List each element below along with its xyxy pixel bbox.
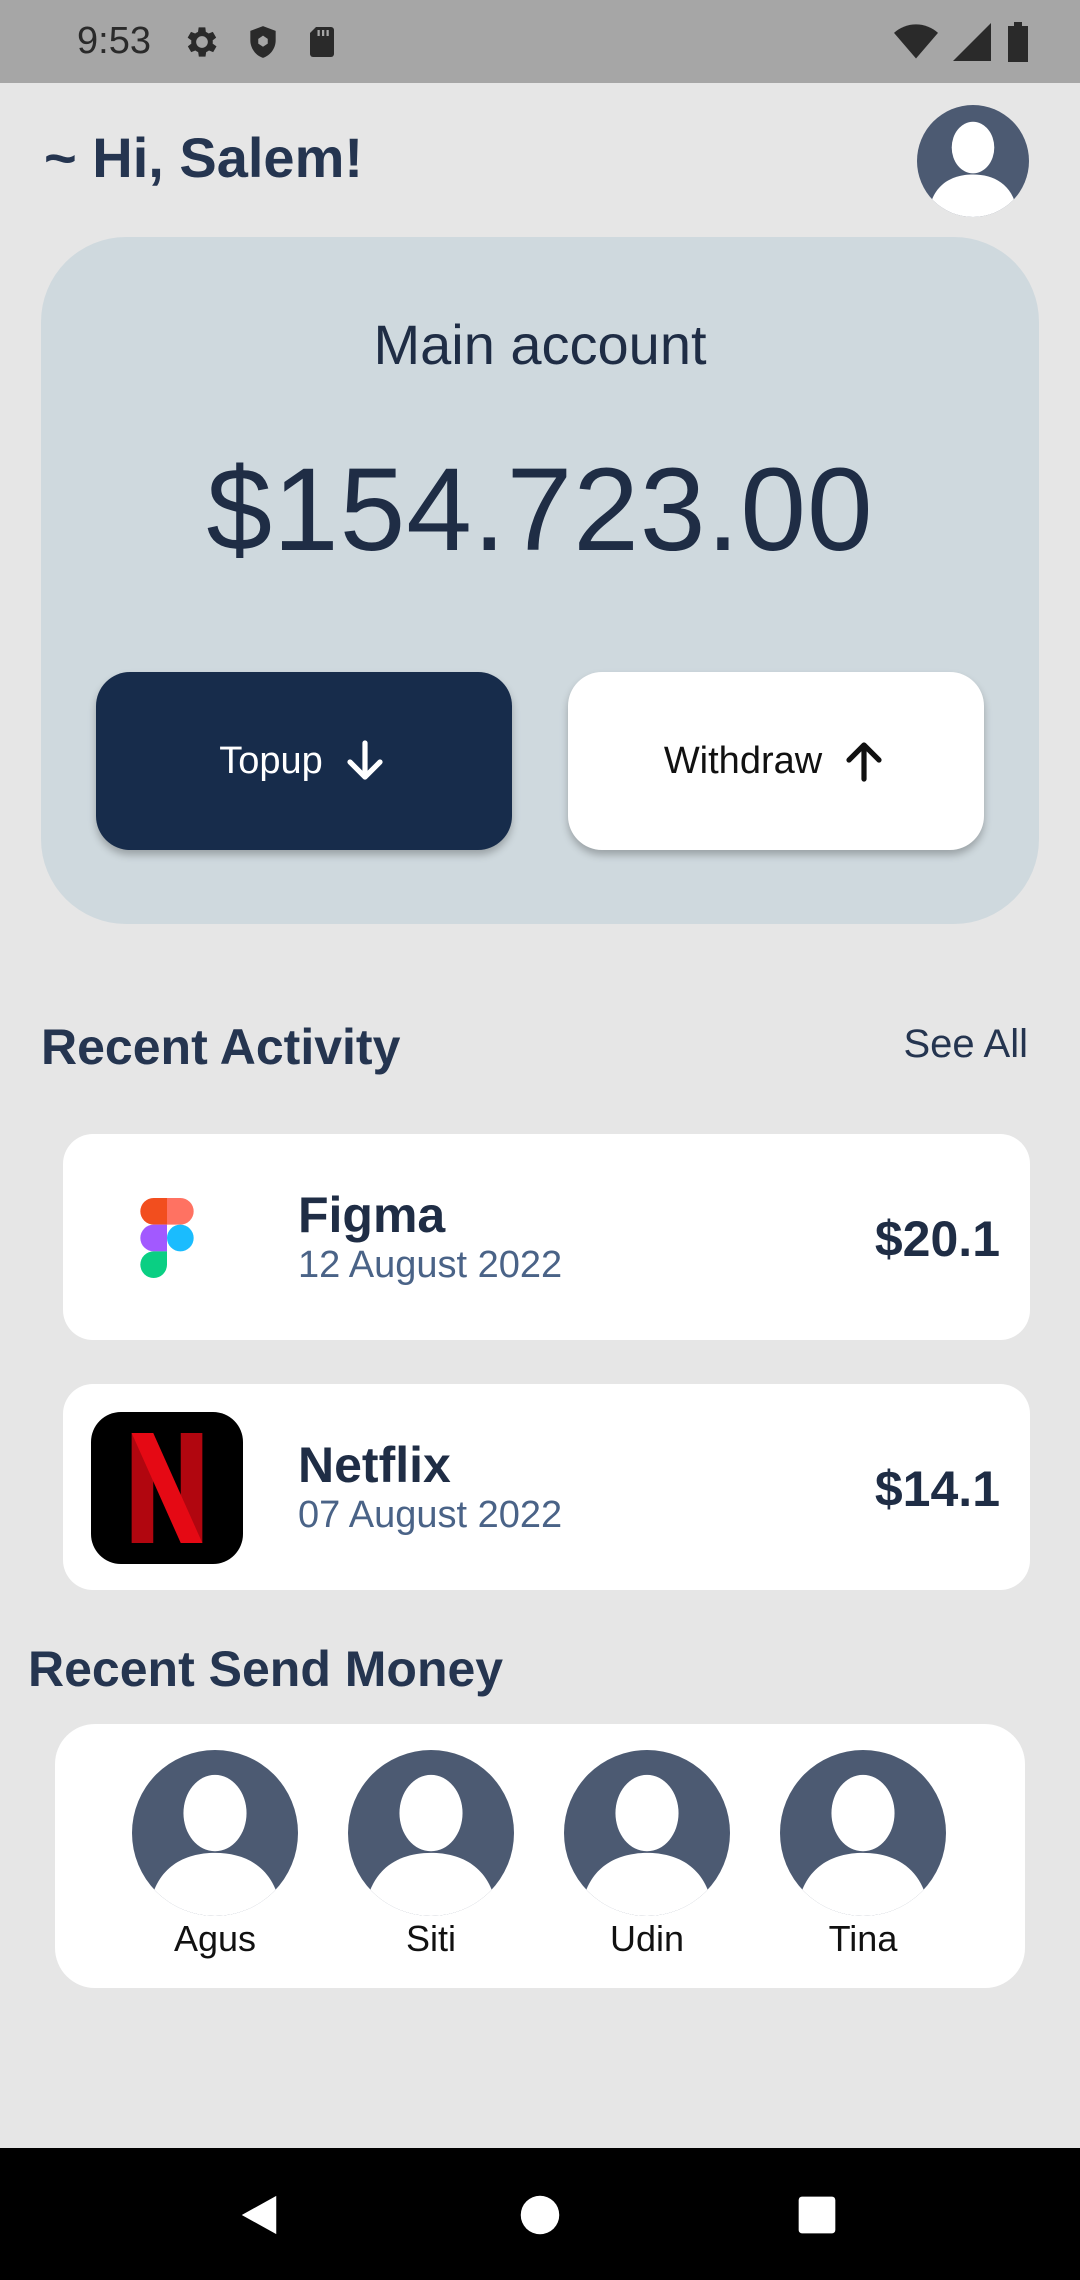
activity-name: Netflix xyxy=(298,1437,451,1493)
status-bar: 9:53 xyxy=(0,0,1080,83)
sd-card-icon xyxy=(310,27,334,57)
recents-icon[interactable] xyxy=(797,2195,837,2235)
back-icon[interactable] xyxy=(236,2192,282,2238)
recent-activity-title: Recent Activity xyxy=(41,1019,401,1075)
see-all-link[interactable]: See All xyxy=(903,1022,1028,1067)
netflix-logo-icon xyxy=(91,1412,243,1564)
contact-item[interactable]: Udin xyxy=(564,1750,730,1960)
profile-avatar[interactable] xyxy=(917,105,1029,217)
contact-item[interactable]: Tina xyxy=(780,1750,946,1960)
activity-amount: $14.1 xyxy=(874,1461,1000,1517)
status-icons-right xyxy=(894,22,1030,62)
activity-item[interactable]: Figma 12 August 2022 $20.1 xyxy=(63,1134,1030,1340)
recent-send-money-title: Recent Send Money xyxy=(28,1641,504,1697)
contact-avatar xyxy=(132,1750,298,1916)
contact-avatar xyxy=(564,1750,730,1916)
user-silhouette-icon xyxy=(796,1774,930,1916)
user-silhouette-icon xyxy=(148,1774,282,1916)
home-icon[interactable] xyxy=(519,2194,561,2236)
activity-item[interactable]: Netflix 07 August 2022 $14.1 xyxy=(63,1384,1030,1590)
system-nav-bar xyxy=(0,2148,1080,2280)
battery-icon xyxy=(1008,22,1028,62)
recent-send-card: Agus Siti Udin Tina xyxy=(55,1724,1025,1988)
contact-name: Siti xyxy=(405,1918,456,1959)
topup-label: Topup xyxy=(219,739,323,782)
status-time: 9:53 xyxy=(77,20,151,62)
contact-avatar xyxy=(780,1750,946,1916)
user-silhouette-icon xyxy=(928,121,1018,217)
account-balance: $154.723.00 xyxy=(206,444,874,576)
activity-date: 07 August 2022 xyxy=(298,1494,563,1536)
withdraw-label: Withdraw xyxy=(663,739,823,782)
contact-name: Tina xyxy=(828,1918,898,1959)
contact-item[interactable]: Agus xyxy=(132,1750,298,1960)
figma-logo-icon xyxy=(91,1162,243,1314)
user-silhouette-icon xyxy=(364,1774,498,1916)
activity-name: Figma xyxy=(298,1187,446,1243)
contact-name: Udin xyxy=(609,1918,685,1959)
status-icons-left xyxy=(182,22,340,62)
arrow-up-icon xyxy=(846,742,882,782)
signal-icon xyxy=(953,23,991,61)
activity-amount: $20.1 xyxy=(874,1211,1000,1267)
account-title: Main account xyxy=(373,313,707,376)
greeting-text: ~ Hi, Salem! xyxy=(44,126,364,189)
arrow-down-icon xyxy=(347,740,383,780)
topup-button[interactable]: Topup xyxy=(96,672,512,850)
shield-icon xyxy=(250,26,276,58)
withdraw-button[interactable]: Withdraw xyxy=(568,672,984,850)
contact-item[interactable]: Siti xyxy=(348,1750,514,1960)
settings-icon xyxy=(187,27,217,57)
contact-name: Agus xyxy=(173,1918,257,1959)
activity-date: 12 August 2022 xyxy=(298,1244,563,1286)
wifi-icon xyxy=(894,24,938,59)
contact-avatar xyxy=(348,1750,514,1916)
main-account-card: Main account $154.723.00 Topup Withdraw xyxy=(41,237,1039,924)
user-silhouette-icon xyxy=(580,1774,714,1916)
